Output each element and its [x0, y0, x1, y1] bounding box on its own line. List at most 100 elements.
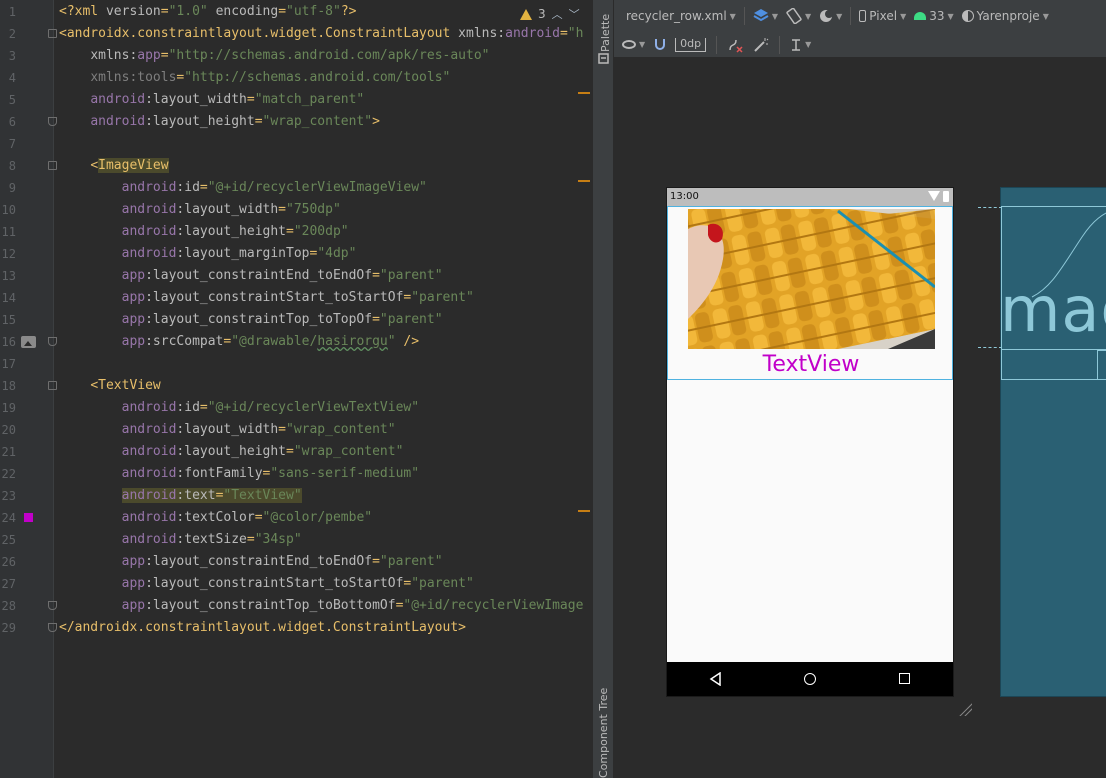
- code-text: android:fontFamily="sans-serif-medium": [121, 466, 420, 481]
- code-line[interactable]: 24 android:textColor="@color/pembe": [0, 507, 592, 529]
- chevron-down-icon: ▼: [836, 11, 843, 21]
- code-line[interactable]: 20 android:layout_width="wrap_content": [0, 419, 592, 441]
- theme-selector[interactable]: Yarenproje ▼: [961, 9, 1049, 23]
- chevron-down-icon: ▼: [804, 11, 812, 21]
- code-line[interactable]: 18 <TextView: [0, 375, 592, 397]
- code-editor[interactable]: 1 <?xml version="1.0" encoding="utf-8"?> 2…: [0, 0, 592, 778]
- battery-icon: [943, 191, 949, 202]
- inspection-widget[interactable]: 3 ︿ ﹀: [520, 4, 580, 24]
- code-line[interactable]: 1 <?xml version="1.0" encoding="utf-8"?>: [0, 1, 592, 23]
- code-text: app:layout_constraintTop_toTopOf="parent…: [121, 312, 443, 327]
- code-line[interactable]: 13 app:layout_constraintEnd_toEndOf="par…: [0, 265, 592, 287]
- code-line[interactable]: 5 android:layout_width="match_parent": [0, 89, 592, 111]
- scroll-marker[interactable]: [578, 180, 590, 182]
- code-line[interactable]: 7: [0, 133, 592, 155]
- knitting-image-view[interactable]: [688, 209, 935, 349]
- back-icon: [709, 672, 721, 686]
- code-text: android:layout_marginTop="4dp": [121, 246, 357, 261]
- scroll-marker[interactable]: [578, 510, 590, 512]
- line-number: 22: [1, 467, 16, 481]
- constraint-layout-bounds[interactable]: TextView: [667, 206, 953, 380]
- code-text: android:text="TextView": [121, 488, 302, 503]
- orientation-button[interactable]: ▼: [786, 8, 811, 24]
- code-line[interactable]: 2 <androidx.constraintlayout.widget.Const…: [0, 23, 592, 45]
- chevron-up-icon[interactable]: ︿: [552, 6, 563, 22]
- recents-icon: [899, 673, 910, 684]
- code-line[interactable]: 12 android:layout_marginTop="4dp": [0, 243, 592, 265]
- clear-constraints-icon[interactable]: [727, 37, 743, 53]
- code-line[interactable]: 10 android:layout_width="750dp": [0, 199, 592, 221]
- line-number: 26: [1, 555, 16, 569]
- chevron-down-icon: ▼: [805, 40, 812, 49]
- text-view[interactable]: TextView: [668, 352, 954, 377]
- device-preview[interactable]: 13:00 TextView: [666, 187, 954, 697]
- api-selector[interactable]: 33 ▼: [914, 9, 954, 23]
- design-surface-button[interactable]: ▼: [753, 8, 778, 24]
- home-icon: [804, 673, 816, 685]
- code-line[interactable]: 27 app:layout_constraintStart_toStartOf=…: [0, 573, 592, 595]
- code-text: android:textColor="@color/pembe": [121, 510, 373, 525]
- night-mode-button[interactable]: ▼: [819, 9, 842, 23]
- fold-marker-icon[interactable]: [48, 29, 57, 38]
- fold-marker-icon[interactable]: [48, 381, 57, 390]
- theme-icon: [961, 10, 974, 22]
- palette-tab[interactable]: Palette: [599, 14, 612, 52]
- code-text: </androidx.constraintlayout.widget.Const…: [59, 620, 466, 635]
- code-line[interactable]: 9 android:id="@+id/recyclerViewImageView…: [0, 177, 592, 199]
- api-level: 33: [929, 9, 945, 23]
- code-line[interactable]: 23 android:text="TextView": [0, 485, 592, 507]
- magnet-icon[interactable]: [655, 39, 666, 50]
- code-line[interactable]: 22 android:fontFamily="sans-serif-medium…: [0, 463, 592, 485]
- fold-marker-icon[interactable]: [48, 117, 57, 126]
- view-options-button[interactable]: ▼: [622, 40, 645, 49]
- line-number: 17: [1, 357, 16, 371]
- device-selector[interactable]: Pixel ▼: [859, 9, 906, 23]
- blueprint-layout-bounds[interactable]: mag: [1000, 206, 1106, 380]
- fold-marker-icon[interactable]: [48, 337, 57, 346]
- line-number: 2: [8, 27, 16, 41]
- fold-marker-icon[interactable]: [48, 623, 57, 632]
- code-line[interactable]: 16 app:srcCompat="@drawable/hasirorgu" /…: [0, 331, 592, 353]
- code-line[interactable]: 4 xmlns:tools="http://schemas.android.co…: [0, 67, 592, 89]
- line-number: 13: [1, 269, 16, 283]
- code-line[interactable]: 3 xmlns:app="http://schemas.android.com/…: [0, 45, 592, 67]
- chevron-down-icon[interactable]: ﹀: [569, 6, 580, 22]
- code-text: android:id="@+id/recyclerViewTextView": [121, 400, 420, 415]
- code-line[interactable]: 17: [0, 353, 592, 375]
- code-line[interactable]: 29 </androidx.constraintlayout.widget.Con…: [0, 617, 592, 639]
- chevron-down-icon: ▼: [900, 11, 907, 21]
- magic-wand-icon[interactable]: [753, 37, 769, 53]
- scroll-marker[interactable]: [578, 92, 590, 94]
- code-line[interactable]: 15 app:layout_constraintTop_toTopOf="par…: [0, 309, 592, 331]
- line-number: 8: [8, 159, 16, 173]
- code-line[interactable]: 11 android:layout_height="200dp": [0, 221, 592, 243]
- fold-marker-icon[interactable]: [48, 161, 57, 170]
- default-margin-field[interactable]: 0dp: [675, 37, 707, 52]
- code-line[interactable]: 6 android:layout_height="wrap_content">: [0, 111, 592, 133]
- code-text: android:layout_height="200dp": [121, 224, 349, 239]
- guidelines-button[interactable]: ▼: [790, 38, 811, 52]
- code-line[interactable]: 8 <ImageView: [0, 155, 592, 177]
- color-swatch-icon[interactable]: [24, 513, 33, 522]
- line-number: 20: [1, 423, 16, 437]
- text-cursor-icon: [792, 38, 801, 51]
- line-number: 24: [1, 511, 16, 525]
- code-line[interactable]: 25 android:textSize="34sp": [0, 529, 592, 551]
- resize-handle-icon[interactable]: [958, 702, 972, 716]
- code-line[interactable]: 14 app:layout_constraintStart_toStartOf=…: [0, 287, 592, 309]
- code-text: android:layout_width="match_parent": [90, 92, 365, 107]
- line-number: 27: [1, 577, 16, 591]
- blueprint-preview[interactable]: mag: [1000, 187, 1106, 697]
- component-tree-tab[interactable]: Component Tree: [597, 688, 610, 778]
- code-line[interactable]: 28 app:layout_constraintTop_toBottomOf="…: [0, 595, 592, 617]
- image-preview-icon[interactable]: [21, 336, 36, 348]
- fold-marker-icon[interactable]: [48, 601, 57, 610]
- file-selector[interactable]: recycler_row.xml ▼: [626, 9, 736, 23]
- night-mode-icon: [820, 10, 834, 22]
- layout-design-surface[interactable]: recycler_row.xml ▼ ▼ ▼ ▼ Pixel ▼ 33 ▼ Ya…: [614, 0, 1106, 778]
- blueprint-textview-box[interactable]: [1097, 350, 1106, 380]
- code-line[interactable]: 21 android:layout_height="wrap_content": [0, 441, 592, 463]
- code-line[interactable]: 19 android:id="@+id/recyclerViewTextView…: [0, 397, 592, 419]
- line-number: 4: [8, 71, 16, 85]
- code-line[interactable]: 26 app:layout_constraintEnd_toEndOf="par…: [0, 551, 592, 573]
